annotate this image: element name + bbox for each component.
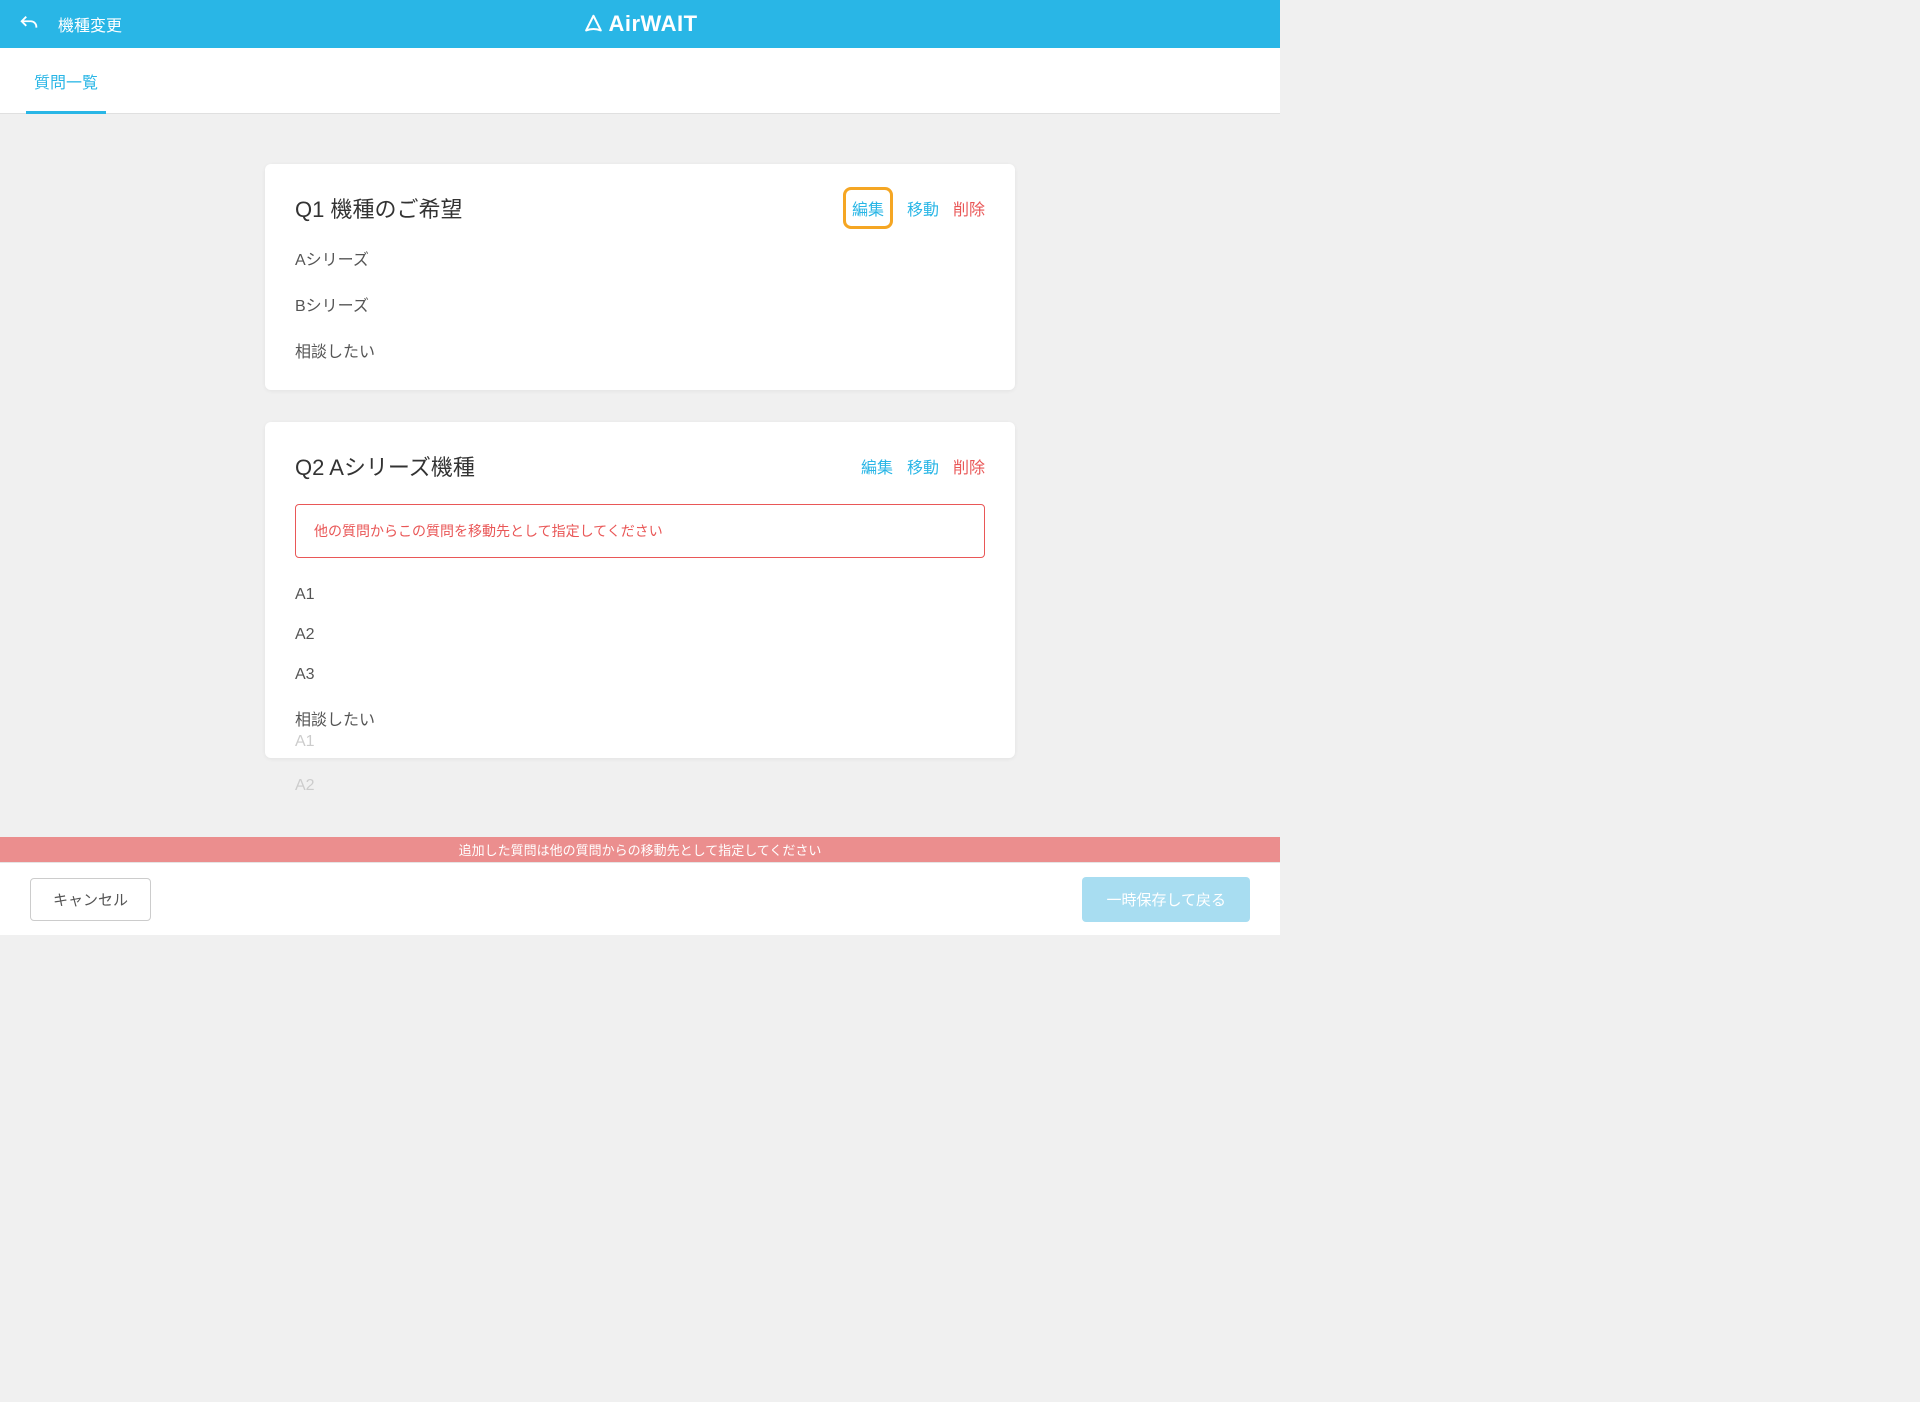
tab-question-list[interactable]: 質問一覧	[34, 47, 98, 113]
delete-button[interactable]: 削除	[953, 454, 985, 478]
logo-text: AirWAIT	[608, 11, 697, 37]
delete-button[interactable]: 削除	[953, 196, 985, 220]
cancel-button[interactable]: キャンセル	[30, 878, 151, 921]
warning-message: 他の質問からこの質問を移動先として指定してください	[295, 504, 985, 558]
content-area: Q1 機種のご希望 編集 移動 削除 Aシリーズ Bシリーズ 相談したい Q2 …	[0, 114, 1280, 855]
question-title: Q2 Aシリーズ機種	[295, 450, 475, 482]
page-context: 機種変更	[58, 12, 122, 36]
card-header: Q2 Aシリーズ機種 編集 移動 削除	[295, 450, 985, 482]
option-list: A1 A2 A3 相談したい	[295, 586, 985, 730]
logo-icon	[582, 13, 604, 35]
option-item: 相談したい	[295, 706, 985, 730]
card-actions: 編集 移動 削除	[843, 193, 985, 223]
option-item: Bシリーズ	[295, 292, 985, 316]
footer-bar: キャンセル 一時保存して戻る	[0, 862, 1280, 935]
tab-bar: 質問一覧	[0, 48, 1280, 114]
option-item: A1	[295, 586, 985, 604]
edit-button[interactable]: 編集	[861, 454, 893, 478]
app-header: 機種変更 AirWAIT	[0, 0, 1280, 48]
banner-text: 追加した質問は他の質問からの移動先として指定してください	[459, 840, 822, 859]
tab-label: 質問一覧	[34, 75, 98, 92]
card-header: Q1 機種のご希望 編集 移動 削除	[295, 192, 985, 224]
error-banner: 追加した質問は他の質問からの移動先として指定してください	[0, 837, 1280, 862]
question-title: Q1 機種のご希望	[295, 192, 462, 224]
move-button[interactable]: 移動	[907, 454, 939, 478]
edit-button[interactable]: 編集	[843, 187, 893, 229]
option-item: Aシリーズ	[295, 246, 985, 270]
card-actions: 編集 移動 削除	[861, 454, 985, 478]
move-button[interactable]: 移動	[907, 196, 939, 220]
app-logo: AirWAIT	[582, 11, 697, 37]
save-button[interactable]: 一時保存して戻る	[1082, 877, 1250, 922]
question-card: Q2 Aシリーズ機種 編集 移動 削除 他の質問からこの質問を移動先として指定し…	[265, 422, 1015, 758]
undo-icon	[18, 13, 40, 35]
back-button[interactable]	[18, 13, 40, 35]
option-item: A3	[295, 666, 985, 684]
option-list: Aシリーズ Bシリーズ 相談したい	[295, 246, 985, 362]
option-item: A2	[295, 626, 985, 644]
option-item: 相談したい	[295, 338, 985, 362]
question-card: Q1 機種のご希望 編集 移動 削除 Aシリーズ Bシリーズ 相談したい	[265, 164, 1015, 390]
